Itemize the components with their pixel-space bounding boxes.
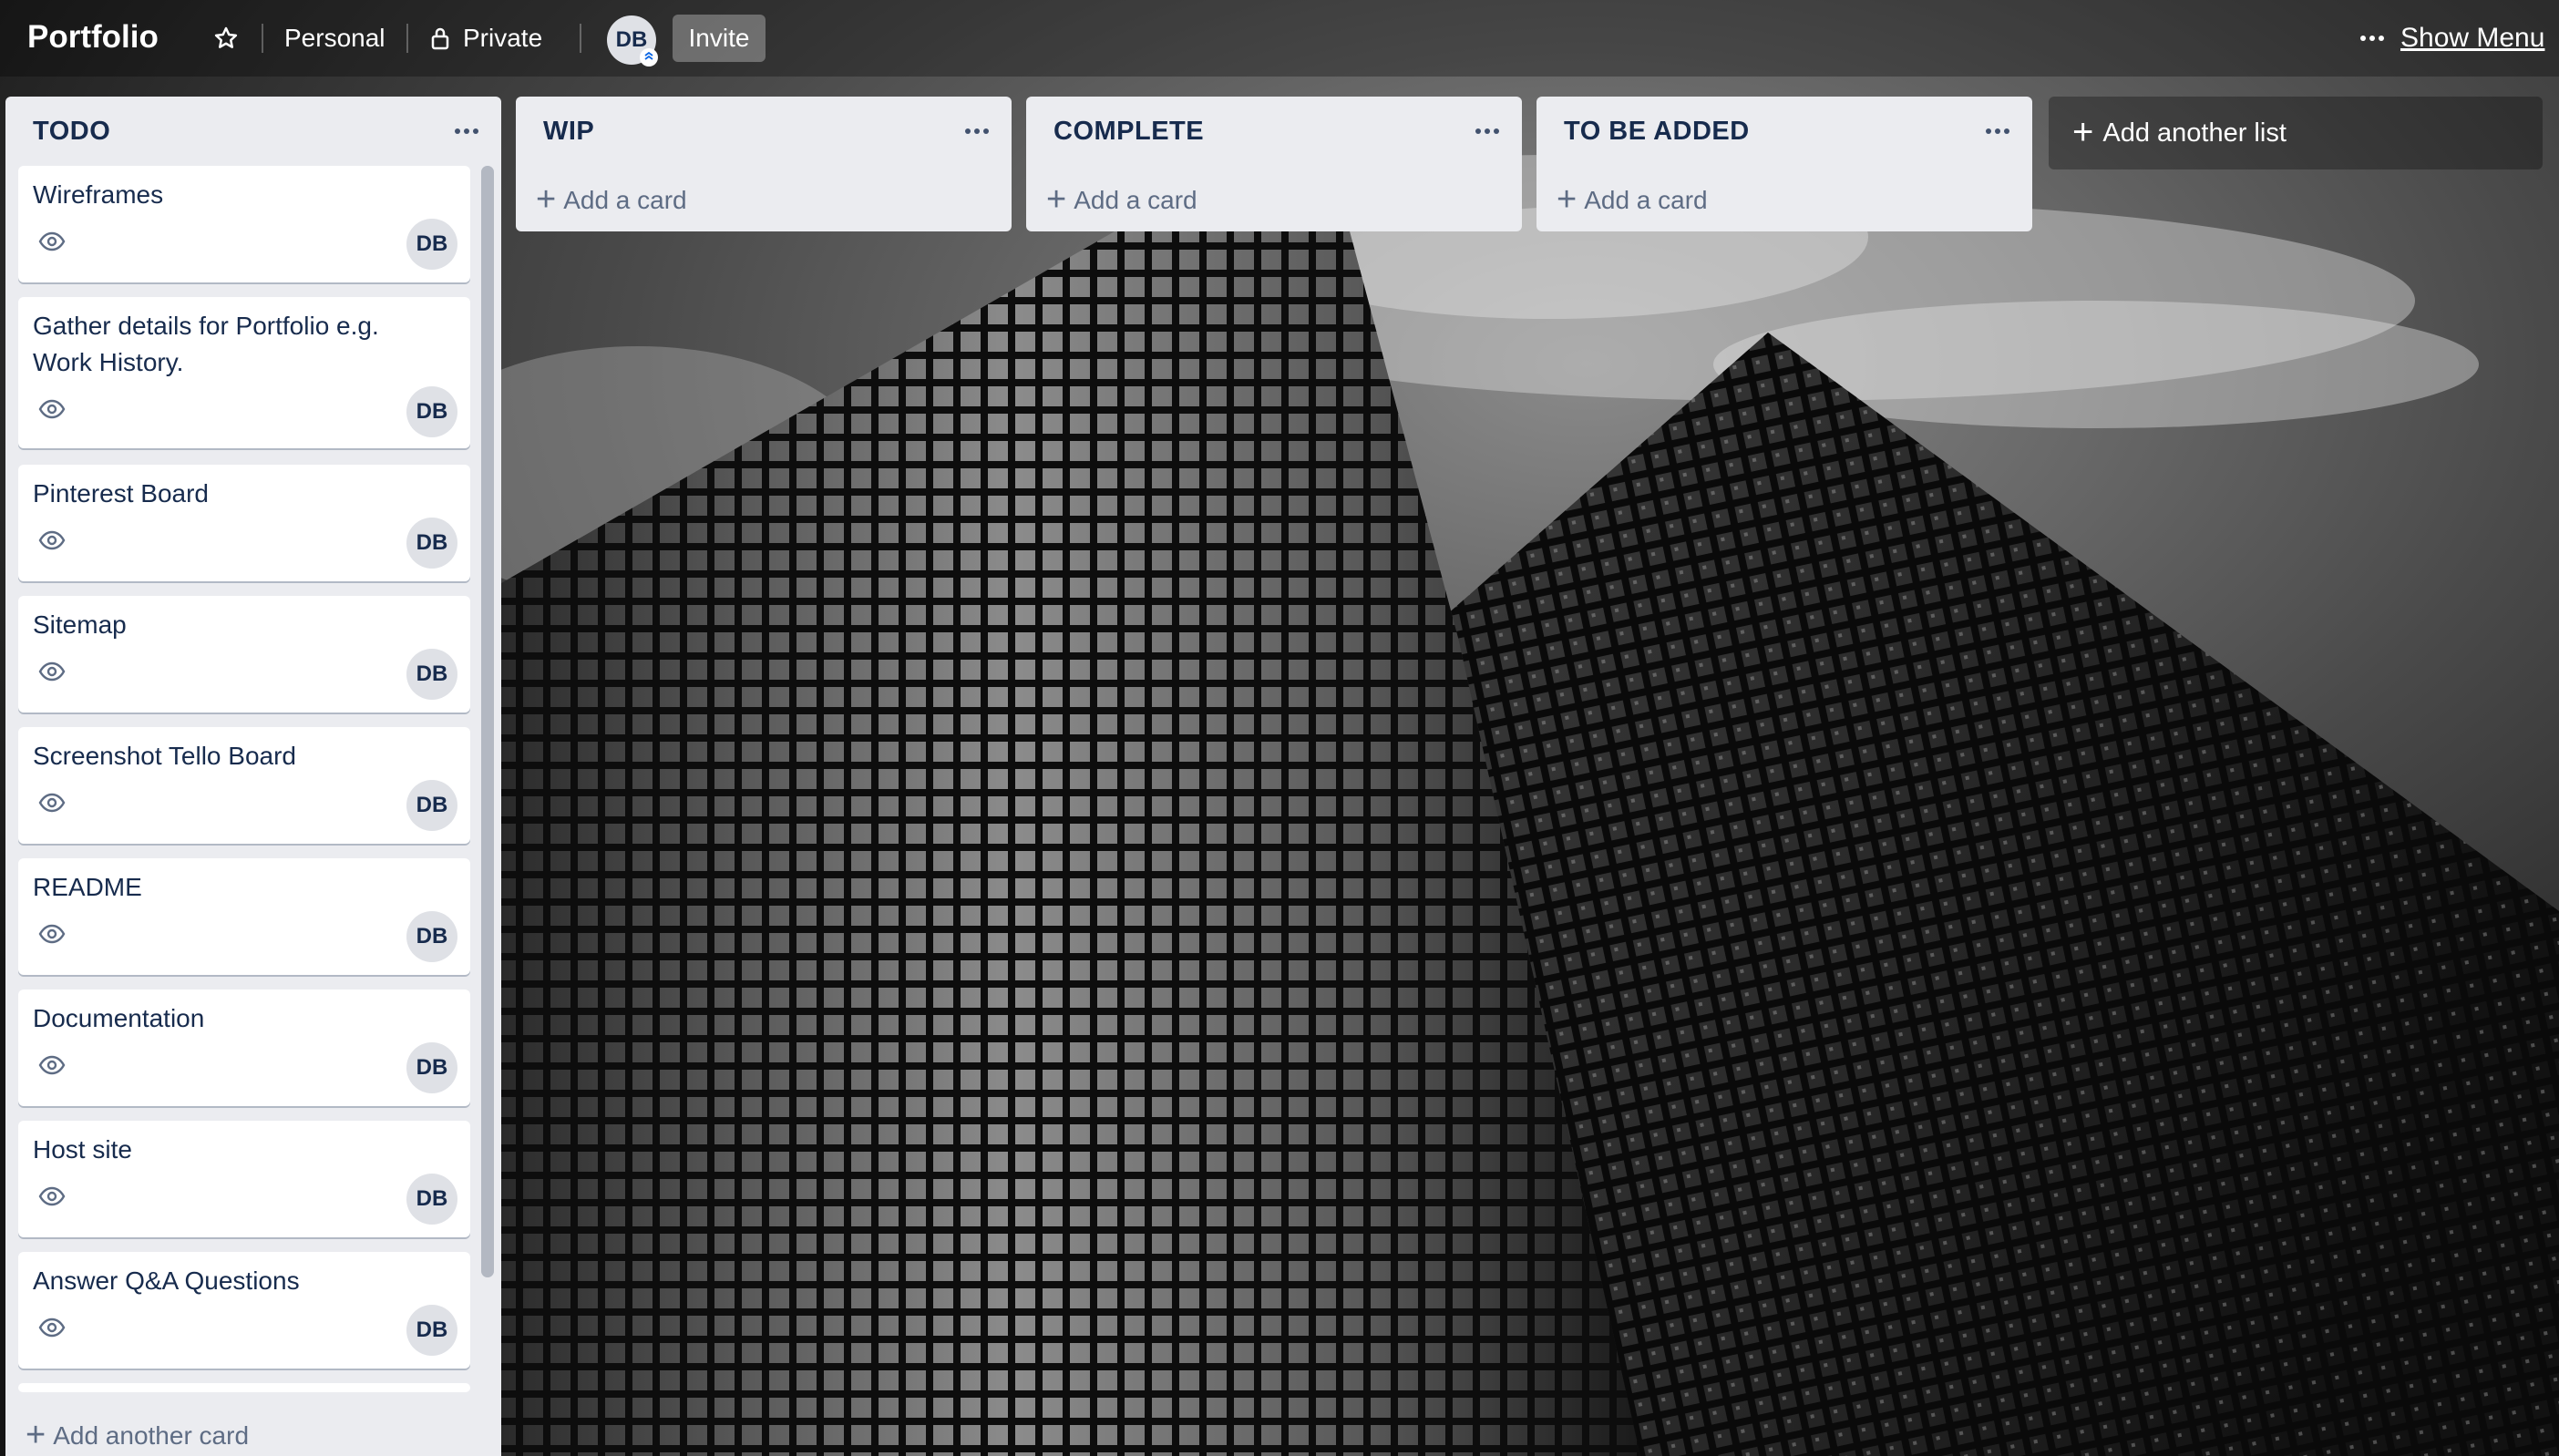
card[interactable]: Sitemap DB xyxy=(18,596,470,713)
add-card-label: Add a card xyxy=(1584,186,1708,214)
add-list-label: Add another list xyxy=(2102,118,2287,148)
list-header: COMPLETE xyxy=(1026,97,1522,162)
header-divider xyxy=(406,24,408,53)
more-horizontal-icon xyxy=(1475,128,1499,134)
header-divider xyxy=(580,24,581,53)
card-title: Screenshot Tello Board xyxy=(33,742,296,770)
board-header: Portfolio Personal Private DB Invite Sho xyxy=(0,0,2559,77)
visibility-button[interactable]: Private xyxy=(421,15,551,62)
invite-button[interactable]: Invite xyxy=(673,15,766,62)
header-divider xyxy=(262,24,263,53)
star-icon xyxy=(214,26,238,48)
eye-icon xyxy=(38,1318,66,1338)
show-menu-link[interactable]: Show Menu xyxy=(2400,20,2544,56)
plus-icon: + xyxy=(536,180,557,219)
invite-label: Invite xyxy=(688,24,750,52)
more-horizontal-icon xyxy=(455,128,478,134)
add-card-label: Add another card xyxy=(53,1421,250,1450)
add-another-card-button[interactable]: + Add another card xyxy=(26,1418,249,1454)
star-board-button[interactable] xyxy=(202,15,250,62)
card[interactable]: Answer Q&A Questions DB xyxy=(18,1252,470,1369)
add-card-button[interactable]: + Add a card xyxy=(536,182,687,219)
list-menu-button[interactable] xyxy=(1978,117,2018,146)
admin-badge-icon xyxy=(640,48,658,67)
card-member-avatar[interactable]: DB xyxy=(406,780,457,831)
list-wip: WIP + Add a card xyxy=(516,97,1012,231)
card-title: Gather details for Portfolio e.g. Work H… xyxy=(33,312,379,376)
card-member-avatar[interactable]: DB xyxy=(406,911,457,962)
list-scrollbar[interactable] xyxy=(481,166,494,1277)
list-title[interactable]: COMPLETE xyxy=(1053,115,1204,148)
eye-icon xyxy=(38,661,66,682)
card-member-avatar[interactable]: DB xyxy=(406,1305,457,1356)
plus-icon: + xyxy=(26,1416,46,1454)
member-avatar[interactable]: DB xyxy=(607,15,658,67)
list-title[interactable]: TODO xyxy=(33,115,110,148)
workspace-button[interactable]: Personal xyxy=(275,15,395,62)
card[interactable] xyxy=(18,1383,470,1392)
eye-icon xyxy=(38,1186,66,1206)
eye-icon xyxy=(38,231,66,251)
add-card-button[interactable]: + Add a card xyxy=(1557,182,1708,219)
list-header: TO BE ADDED xyxy=(1536,97,2032,162)
visibility-label: Private xyxy=(463,24,543,52)
card-title: Pinterest Board xyxy=(33,479,209,508)
plus-icon: + xyxy=(1046,180,1067,219)
list-to-be-added: TO BE ADDED + Add a card xyxy=(1536,97,2032,231)
card[interactable]: Wireframes DB xyxy=(18,166,470,282)
card[interactable]: Gather details for Portfolio e.g. Work H… xyxy=(18,297,470,448)
card-title: Answer Q&A Questions xyxy=(33,1266,300,1295)
card-member-avatar[interactable]: DB xyxy=(406,518,457,569)
card[interactable]: Screenshot Tello Board DB xyxy=(18,727,470,844)
add-another-list-button[interactable]: + Add another list xyxy=(2049,97,2543,169)
list-title[interactable]: TO BE ADDED xyxy=(1564,115,1750,148)
more-horizontal-icon xyxy=(965,128,989,134)
card[interactable]: Pinterest Board DB xyxy=(18,465,470,581)
card-member-avatar[interactable]: DB xyxy=(406,649,457,700)
add-card-label: Add a card xyxy=(563,186,687,214)
list-complete: COMPLETE + Add a card xyxy=(1026,97,1522,231)
list-header: WIP xyxy=(516,97,1012,162)
card-title: Wireframes xyxy=(33,180,164,209)
add-card-button[interactable]: + Add a card xyxy=(1046,182,1197,219)
list-menu-button[interactable] xyxy=(1467,117,1507,146)
eye-icon xyxy=(38,530,66,550)
plus-icon: + xyxy=(2072,112,2094,152)
eye-icon xyxy=(38,924,66,944)
card-title: README xyxy=(33,873,142,901)
card[interactable]: Host site DB xyxy=(18,1121,470,1237)
member-initials: DB xyxy=(615,27,648,52)
list-title[interactable]: WIP xyxy=(543,115,594,148)
list-menu-button[interactable] xyxy=(447,117,487,146)
eye-icon xyxy=(38,793,66,813)
scrollbar-thumb[interactable] xyxy=(481,166,494,1277)
card-title: Documentation xyxy=(33,1004,205,1032)
list-menu-button[interactable] xyxy=(957,117,997,146)
more-horizontal-icon[interactable] xyxy=(2357,26,2388,51)
card-member-avatar[interactable]: DB xyxy=(406,1174,457,1225)
eye-icon xyxy=(38,399,66,419)
card-title: Sitemap xyxy=(33,610,127,639)
card-member-avatar[interactable]: DB xyxy=(406,386,457,437)
eye-icon xyxy=(38,1055,66,1075)
card-title: Host site xyxy=(33,1135,132,1164)
lock-icon xyxy=(431,27,449,50)
card-member-avatar[interactable]: DB xyxy=(406,1042,457,1093)
card[interactable]: README DB xyxy=(18,858,470,975)
workspace-label: Personal xyxy=(284,24,385,52)
list-header: TODO xyxy=(5,97,501,162)
add-card-label: Add a card xyxy=(1074,186,1197,214)
board-title[interactable]: Portfolio xyxy=(27,16,159,58)
card-member-avatar[interactable]: DB xyxy=(406,219,457,270)
plus-icon: + xyxy=(1557,180,1578,219)
more-horizontal-icon xyxy=(1986,128,2009,134)
card[interactable]: Documentation DB xyxy=(18,989,470,1106)
